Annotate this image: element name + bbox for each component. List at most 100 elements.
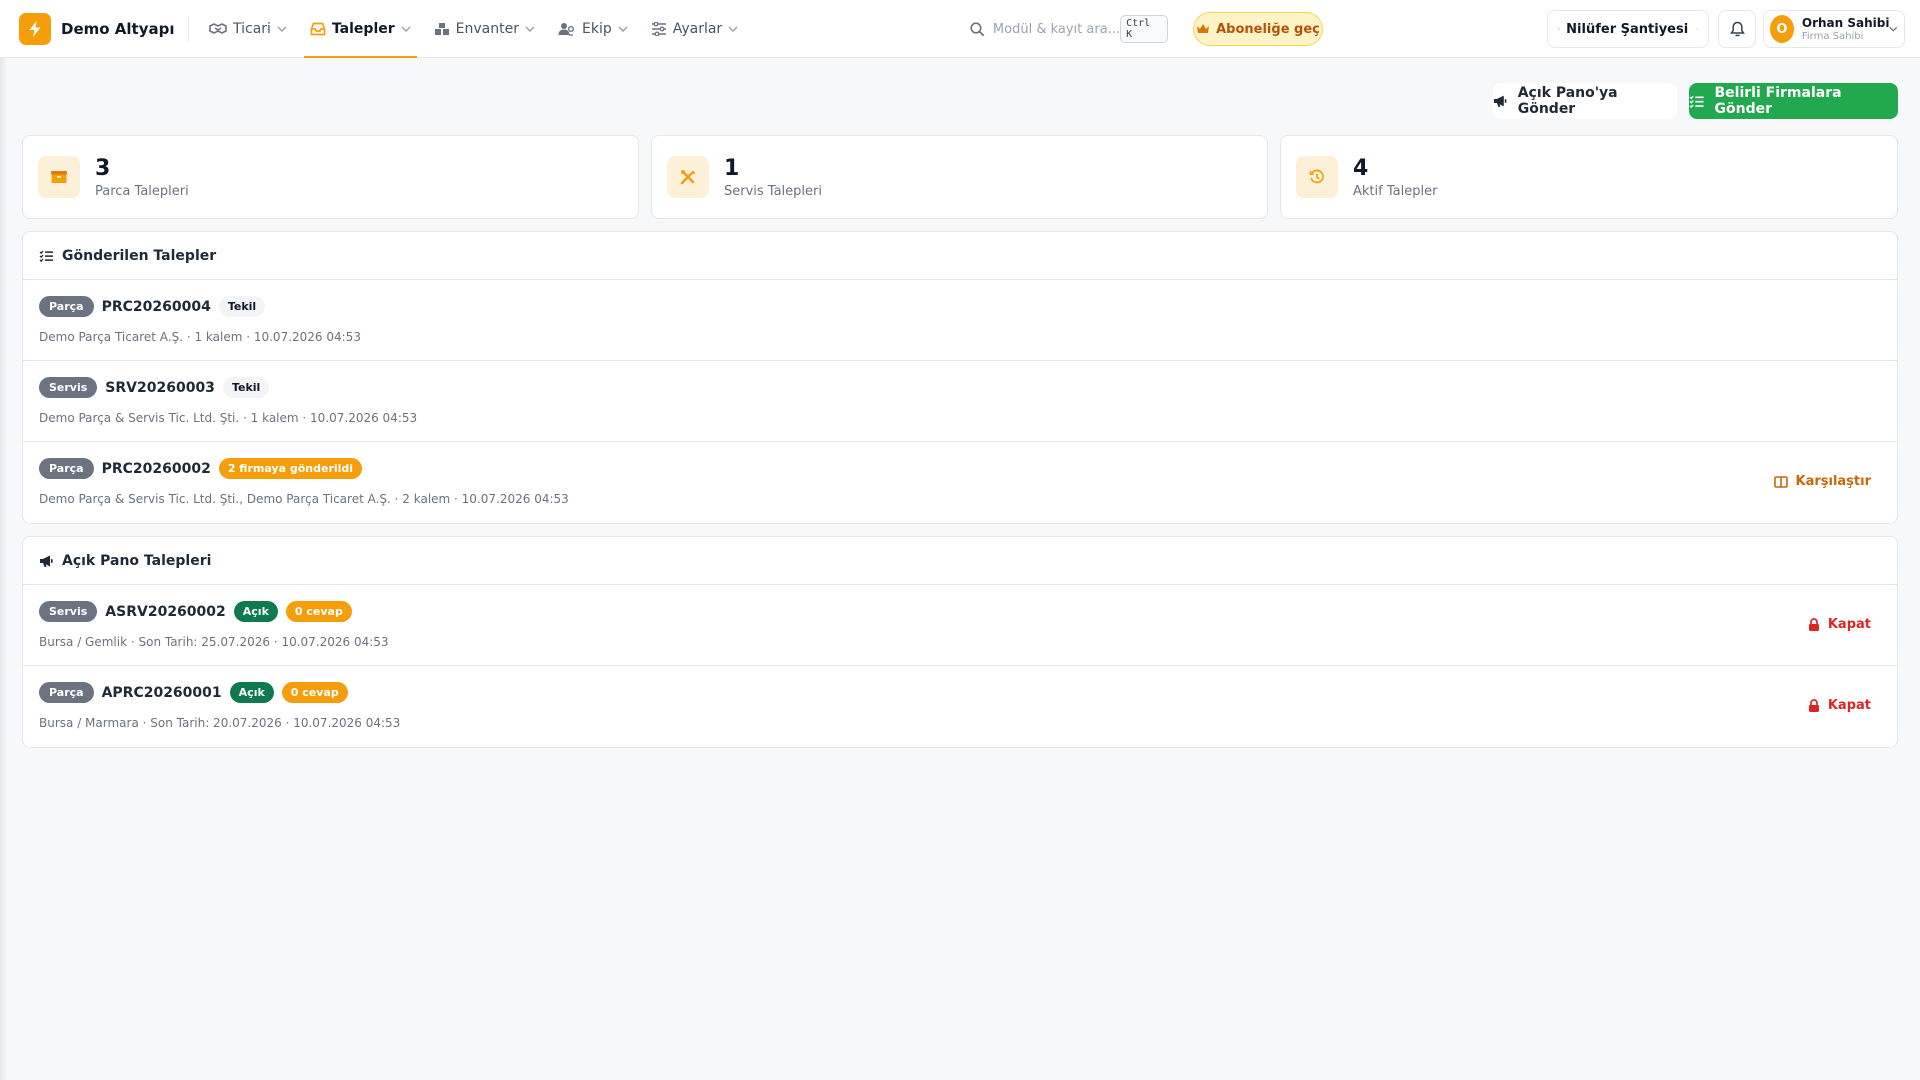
- chevron-down-icon: [618, 25, 628, 32]
- stat-label: Aktif Talepler: [1353, 183, 1438, 199]
- search-icon: [970, 21, 985, 36]
- nav-item-ekip[interactable]: Ekip: [552, 0, 634, 58]
- panel-title: Açık Pano Talepleri: [62, 552, 212, 569]
- request-code[interactable]: PRC20260002: [102, 461, 211, 477]
- nav-item-ayarlar[interactable]: Ayarlar: [645, 0, 744, 58]
- history-icon: [1296, 156, 1338, 198]
- status-badge: Tekil: [222, 377, 270, 398]
- list-item[interactable]: Parça PRC20260004 Tekil Demo Parça Ticar…: [23, 280, 1897, 361]
- search-placeholder: Modül & kayıt ara...: [992, 21, 1121, 37]
- type-badge: Parça: [39, 682, 94, 703]
- request-meta: Demo Parça Ticaret A.Ş. · 1 kalem · 10.0…: [39, 330, 361, 344]
- close-request-button[interactable]: Kapat: [1808, 617, 1871, 632]
- bolt-icon: [19, 12, 51, 45]
- user-role: Firma Sahibi: [1801, 31, 1864, 42]
- response-count-badge: 0 cevap: [281, 682, 348, 703]
- type-badge: Servis: [39, 377, 98, 398]
- stat-value: 4: [1353, 155, 1369, 181]
- send-specific-firms-label: Belirli Firmalara Gönder: [1714, 85, 1842, 117]
- chevron-down-icon: [728, 25, 738, 32]
- close-request-button[interactable]: Kapat: [1808, 698, 1871, 713]
- chevron-down-icon: [525, 25, 535, 32]
- status-badge: 2 firmaya gönderildi: [218, 458, 363, 479]
- open-board-panel: Açık Pano Talepleri Servis ASRV20260002 …: [22, 536, 1898, 748]
- stat-card-servis: 1 Servis Talepleri: [651, 135, 1268, 219]
- nav-item-envanter[interactable]: Envanter: [428, 0, 541, 58]
- panel-header: Açık Pano Talepleri: [23, 537, 1897, 585]
- megaphone-icon: [1493, 95, 1507, 107]
- stat-label: Servis Talepleri: [724, 183, 822, 199]
- sliders-icon: [651, 21, 666, 36]
- site-name: Nilüfer Şantiyesi: [1566, 21, 1689, 37]
- list-item[interactable]: Parça APRC20260001 Açık 0 cevap Bursa / …: [23, 666, 1897, 747]
- list-item[interactable]: Servis ASRV20260002 Açık 0 cevap Bursa /…: [23, 585, 1897, 666]
- type-badge: Servis: [39, 601, 98, 622]
- page-edge-shadow: [0, 58, 8, 1080]
- bell-icon: [1729, 21, 1745, 37]
- close-label: Kapat: [1827, 698, 1871, 713]
- brand-name: Demo Altyapı ...: [61, 19, 177, 38]
- inbox-icon: [310, 22, 326, 35]
- chevron-down-icon: [1889, 26, 1898, 32]
- crown-icon: [1197, 24, 1210, 33]
- main-nav: Ticari Talepler Envanter Ekip Ayarlar: [203, 0, 755, 58]
- stat-card-parca: 3 Parca Talepleri: [22, 135, 639, 219]
- columns-icon: [1773, 475, 1788, 488]
- notifications-button[interactable]: [1718, 10, 1756, 48]
- nav-item-ticari[interactable]: Ticari: [203, 0, 293, 58]
- box-icon: [38, 156, 80, 198]
- status-badge: Açık: [229, 682, 274, 703]
- status-badge: Tekil: [218, 296, 266, 317]
- list-item[interactable]: Parça PRC20260002 2 firmaya gönderildi D…: [23, 442, 1897, 523]
- nav-label: Envanter: [455, 20, 519, 37]
- status-badge: Açık: [233, 601, 278, 622]
- nav-label: Ayarlar: [672, 20, 723, 37]
- chevron-down-icon: [401, 25, 411, 32]
- search-input[interactable]: Modül & kayıt ara... Ctrl K: [962, 12, 1176, 46]
- user-name: Orhan Sahibi: [1801, 16, 1890, 30]
- request-meta: Demo Parça & Servis Tic. Ltd. Şti., Demo…: [39, 492, 569, 506]
- brand-divider: [188, 15, 189, 42]
- avatar: O: [1770, 15, 1794, 43]
- stat-value: 3: [95, 155, 111, 181]
- compare-button[interactable]: Karşılaştır: [1773, 474, 1871, 489]
- boxes-icon: [434, 22, 449, 35]
- top-navbar: Demo Altyapı ... Ticari Talepler Envante…: [0, 0, 1920, 58]
- search-shortcut: Ctrl K: [1120, 15, 1168, 43]
- panel-title: Gönderilen Talepler: [62, 247, 217, 264]
- send-specific-firms-button[interactable]: Belirli Firmalara Gönder: [1689, 83, 1898, 119]
- users-icon: [558, 22, 574, 36]
- nav-label: Ekip: [581, 20, 612, 37]
- upgrade-label: Aboneliğe geç: [1216, 21, 1320, 37]
- nav-label: Talepler: [331, 20, 395, 37]
- request-code[interactable]: ASRV20260002: [105, 604, 225, 620]
- stat-label: Parca Talepleri: [95, 183, 189, 199]
- user-menu[interactable]: O Orhan Sahibi Firma Sahibi: [1763, 10, 1905, 48]
- upgrade-button[interactable]: Aboneliğe geç: [1193, 12, 1323, 46]
- request-code[interactable]: APRC20260001: [102, 685, 222, 701]
- nav-label: Ticari: [233, 20, 271, 37]
- lock-icon: [1808, 699, 1819, 712]
- chevron-down-icon: [277, 25, 287, 32]
- handshake-icon: [209, 22, 227, 34]
- send-open-board-label: Açık Pano'ya Gönder: [1517, 85, 1618, 117]
- list-check-icon: [39, 250, 53, 262]
- lock-icon: [1808, 618, 1819, 631]
- request-meta: Demo Parça & Servis Tic. Ltd. Şti. · 1 k…: [39, 411, 418, 425]
- panel-header: Gönderilen Talepler: [23, 232, 1897, 280]
- request-code[interactable]: SRV20260003: [105, 380, 215, 396]
- list-item[interactable]: Servis SRV20260003 Tekil Demo Parça & Se…: [23, 361, 1897, 442]
- site-selector[interactable]: Nilüfer Şantiyesi: [1547, 10, 1709, 48]
- request-meta: Bursa / Gemlik · Son Tarih: 25.07.2026 ·…: [39, 635, 389, 649]
- git-branch-icon: [1558, 27, 1561, 31]
- request-code[interactable]: PRC20260004: [102, 299, 211, 315]
- stat-card-aktif: 4 Aktif Talepler: [1280, 135, 1898, 219]
- megaphone-icon: [40, 555, 53, 567]
- nav-item-talepler[interactable]: Talepler: [303, 0, 417, 58]
- response-count-badge: 0 cevap: [285, 601, 352, 622]
- chevron-down-icon: [1696, 28, 1698, 30]
- brand[interactable]: Demo Altyapı ...: [19, 12, 177, 45]
- list-check-icon: [1689, 95, 1704, 108]
- request-meta: Bursa / Marmara · Son Tarih: 20.07.2026 …: [39, 716, 401, 730]
- send-open-board-button[interactable]: Açık Pano'ya Gönder: [1493, 83, 1677, 119]
